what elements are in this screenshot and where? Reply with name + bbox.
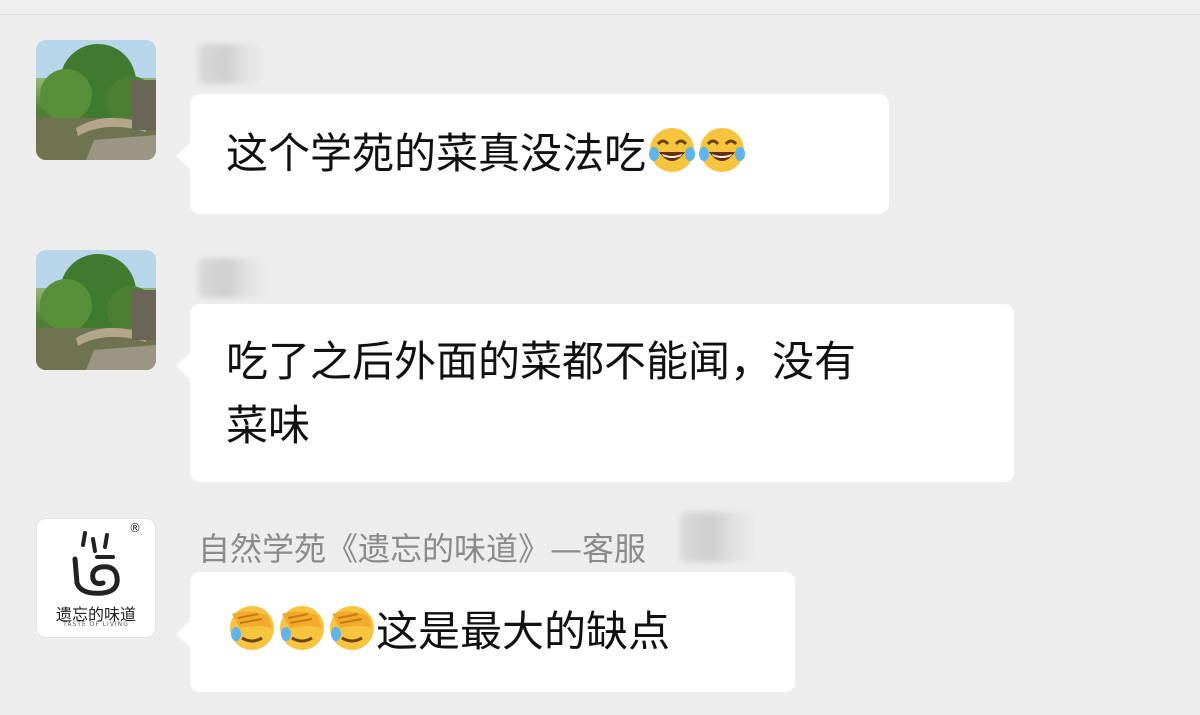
face-palm-emoji: [328, 604, 376, 652]
message-text: 这个学苑的菜真没法吃: [226, 129, 647, 178]
top-divider: [0, 0, 1200, 15]
brand-logo-avatar-icon[interactable]: ® 遗忘的味道 TASTE OF LIVING: [36, 518, 156, 638]
tears-of-joy-emoji: [698, 126, 746, 174]
sender-name: 自然学苑《遗忘的味道》—客服: [198, 530, 647, 568]
blurred-sender-name: [680, 512, 760, 562]
blurred-sender-name: [198, 258, 270, 298]
blurred-sender-name: [198, 44, 268, 84]
message-bubble[interactable]: 这个学苑的菜真没法吃: [176, 94, 889, 214]
face-palm-emoji: [228, 604, 276, 652]
scenery-avatar-icon[interactable]: [36, 40, 156, 160]
brand-logo-subtext: TASTE OF LIVING: [63, 621, 129, 628]
message-text-line: 吃了之后外面的菜都不能闻，没有: [226, 337, 857, 386]
tears-of-joy-emoji: [648, 126, 696, 174]
message-bubble[interactable]: 吃了之后外面的菜都不能闻，没有 菜味: [176, 304, 1014, 482]
message-bubble[interactable]: 这是最大的缺点: [176, 572, 795, 692]
face-palm-emoji: [278, 604, 326, 652]
registered-mark: ®: [129, 521, 141, 535]
scenery-avatar-icon[interactable]: [36, 250, 156, 370]
message-text: 这是最大的缺点: [376, 607, 671, 656]
message-text-line: 菜味: [226, 401, 311, 450]
